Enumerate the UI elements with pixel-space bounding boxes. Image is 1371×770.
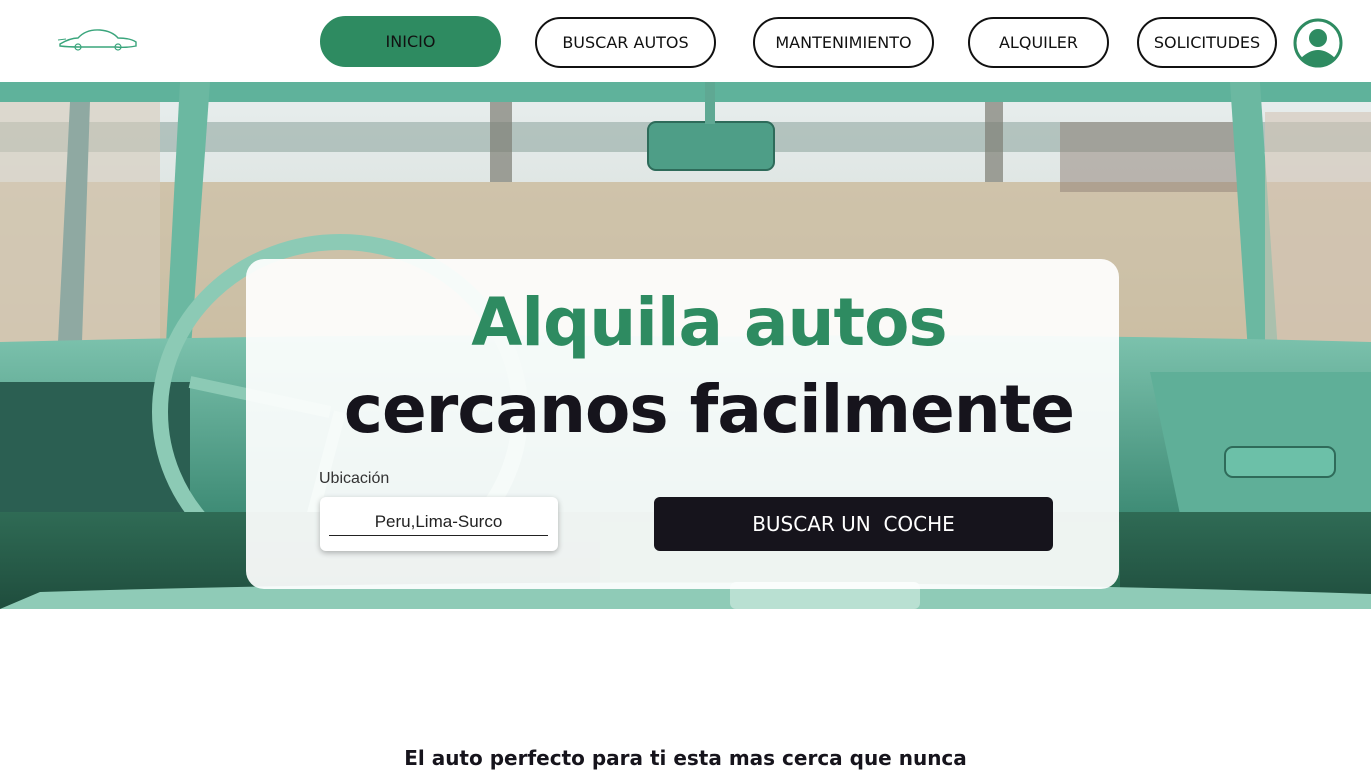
nav-buscar-autos-label: BUSCAR AUTOS [562, 33, 689, 52]
hero-title-line1: Alquila autos [471, 284, 947, 361]
nav-mantenimiento-button[interactable]: MANTENIMIENTO [753, 17, 934, 68]
section-tagline: El auto perfecto para ti esta mas cerca … [404, 746, 967, 770]
hero-banner: Alquila autos cercanos facilmente Ubicac… [0, 82, 1371, 609]
nav-solicitudes-button[interactable]: SOLICITUDES [1137, 17, 1277, 68]
location-label: Ubicación [319, 470, 390, 487]
location-input[interactable] [329, 508, 548, 536]
hero-title-line2: cercanos facilmente [343, 371, 1075, 448]
nav-inicio-button[interactable]: INICIO [320, 16, 501, 67]
nav-solicitudes-label: SOLICITUDES [1153, 33, 1261, 52]
nav-mantenimiento-label: MANTENIMIENTO [775, 33, 912, 52]
nav-alquiler-button[interactable]: ALQUILER [968, 17, 1109, 68]
nav-buscar-autos-button[interactable]: BUSCAR AUTOS [535, 17, 716, 68]
search-car-button[interactable]: BUSCAR UN COCHE [654, 497, 1053, 551]
nav-alquiler-label: ALQUILER [998, 33, 1079, 52]
top-navbar: INICIO BUSCAR AUTOS MANTENIMIENTO ALQUIL… [0, 0, 1371, 83]
hero-search-card: Alquila autos cercanos facilmente Ubicac… [246, 259, 1119, 589]
nav-inicio-label: INICIO [385, 32, 436, 51]
car-logo-icon[interactable] [56, 26, 140, 54]
user-avatar-icon[interactable] [1293, 18, 1343, 68]
location-field-container [320, 497, 558, 551]
